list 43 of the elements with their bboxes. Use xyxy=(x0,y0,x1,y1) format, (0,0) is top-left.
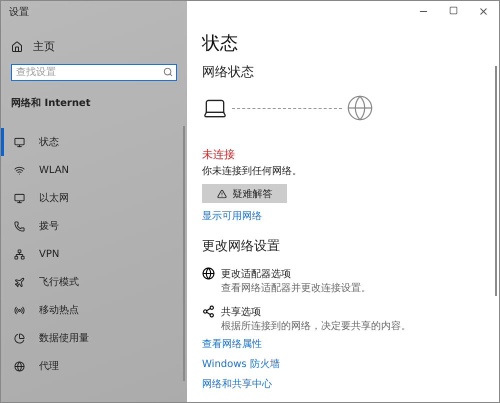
window-title: 设置 xyxy=(8,6,30,20)
network-icon xyxy=(14,248,25,260)
globe-icon xyxy=(346,94,374,122)
nav-item[interactable]: 以太网 xyxy=(1,184,187,212)
nav-item[interactable]: 数据使用量 xyxy=(1,324,187,352)
monitor-icon xyxy=(14,192,25,204)
nav-item[interactable]: 飞行模式 xyxy=(1,268,187,296)
connection-status: 未连接 xyxy=(202,147,236,162)
settings-link[interactable]: 查看网络属性 xyxy=(202,339,262,351)
home-icon xyxy=(11,40,23,52)
maximize-icon[interactable] xyxy=(449,6,458,15)
close-icon[interactable] xyxy=(478,6,489,17)
home-link[interactable]: 主页 xyxy=(11,39,187,54)
nav-item[interactable]: 移动热点 xyxy=(1,296,187,324)
nav-item[interactable]: 拨号 xyxy=(1,212,187,240)
settings-option[interactable]: 更改适配器选项 查看网络适配器并更改连接设置。 xyxy=(202,267,499,295)
troubleshoot-button[interactable]: 疑难解答 xyxy=(202,184,287,203)
wifi-icon xyxy=(14,164,25,176)
nav-item[interactable]: WLAN xyxy=(1,156,187,184)
scrollbar[interactable] xyxy=(495,66,497,296)
settings-link[interactable]: 网络和共享中心 xyxy=(202,379,272,391)
section-heading: 网络状态 xyxy=(202,64,255,81)
nav-item[interactable]: 代理 xyxy=(1,352,187,380)
pie-chart-icon xyxy=(14,332,25,344)
search-icon xyxy=(163,67,173,77)
phone-icon xyxy=(14,220,25,232)
search-field[interactable]: 查找设置 xyxy=(11,64,177,81)
nav-item[interactable]: VPN xyxy=(1,240,187,268)
monitor-icon xyxy=(14,136,25,148)
share-icon xyxy=(202,305,215,318)
section-heading: 更改网络设置 xyxy=(202,238,281,255)
page-title: 状态 xyxy=(202,32,239,55)
plane-icon xyxy=(14,276,25,288)
show-networks-link[interactable]: 显示可用网络 xyxy=(202,211,262,223)
scrollbar[interactable] xyxy=(183,126,185,381)
section-heading: 网络和 Internet xyxy=(11,96,92,110)
settings-link[interactable]: Windows 防火墙 xyxy=(202,359,280,371)
antenna-icon xyxy=(14,304,25,316)
warning-icon xyxy=(216,188,226,198)
settings-option[interactable]: 共享选项 根据所连接到的网络，决定要共享的内容。 xyxy=(202,305,499,333)
globe-icon xyxy=(14,360,25,372)
globe-icon xyxy=(202,267,215,280)
status-message: 你未连接到任何网络。 xyxy=(202,164,303,178)
